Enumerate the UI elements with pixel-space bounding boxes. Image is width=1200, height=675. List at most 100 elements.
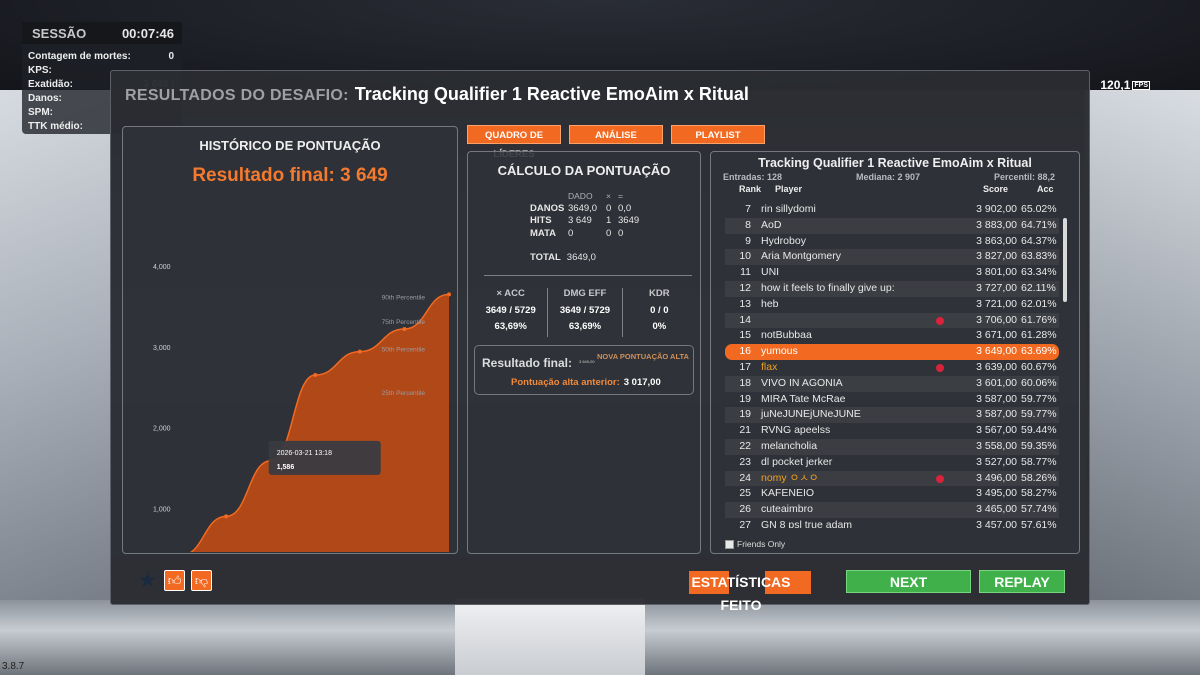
row-player: VIVO IN AGONIA [761, 376, 843, 389]
friends-only-label: Friends Only [737, 539, 786, 549]
score-point [447, 292, 451, 297]
title-prefix: RESULTADOS DO DESAFIO: [125, 87, 349, 104]
leaderboard-row[interactable]: 25 KAFENEIO 3 495,00 58.27% [725, 486, 1059, 502]
calc-dado: 0 [568, 227, 574, 239]
row-player: juNeJUNEjUNeJUNE [761, 408, 861, 421]
row-rank: 23 [739, 455, 751, 468]
row-score: 3 671,00 [976, 329, 1017, 342]
row-rank: 11 [740, 266, 751, 279]
leaderboard-row[interactable]: 8 AoD 3 883,00 64.71% [725, 217, 1059, 234]
hud-label: KPS: [28, 65, 52, 76]
row-player: how it feels to finally give up: [761, 281, 895, 294]
flag-icon [936, 474, 944, 483]
final-score: Resultado final: 3 649 [192, 165, 388, 186]
row-player: GN 8 psl true adam [761, 518, 853, 528]
done-button[interactable]: FEITO [721, 597, 762, 613]
row-score: 3 883,00 [976, 218, 1017, 231]
leaderboard-row[interactable]: 27 GN 8 psl true adam 3 457,00 57.61% [725, 518, 1059, 528]
replay-button[interactable]: REPLAY [979, 570, 1065, 593]
friends-only-checkbox[interactable] [725, 539, 734, 549]
leaderboard-row[interactable]: 21 RVNG apeelss 3 567,00 59.44% [725, 423, 1059, 439]
session-time: 00:07:46 [121, 26, 174, 41]
row-acc: 58.77% [1021, 455, 1057, 468]
tooltip-value: 1,586 [277, 464, 295, 471]
row-rank: 10 [739, 250, 751, 263]
leaderboard-row[interactable]: 12 how it feels to finally give up: 3 72… [725, 280, 1059, 297]
score-calculation-box: CÁLCULO DA PONTUAÇÃO DADO × = DANOS 3649… [467, 151, 701, 554]
leaderboard-row[interactable]: 15 notBubbaa 3 671,00 61.28% [725, 328, 1059, 344]
row-acc: 59.77% [1021, 392, 1057, 405]
flag-icon [936, 363, 944, 372]
total-label: TOTAL [530, 252, 561, 263]
row-acc: 59.44% [1021, 424, 1057, 437]
leaderboard-row[interactable]: 24 nomy ㅇㅅㅇ 3 496,00 58.26% [725, 470, 1059, 487]
score-point [224, 514, 229, 519]
calc-row: DANOS 3649,0 0 0,0 [530, 203, 648, 216]
leaderboard-row[interactable]: 11 UNI 3 801,00 63.34% [725, 265, 1059, 281]
row-acc: 62.01% [1021, 297, 1057, 310]
stats-button[interactable]: ESTATÍSTICAS [691, 574, 790, 590]
calc-heading: CÁLCULO DA PONTUAÇÃO [497, 163, 671, 178]
leaderboard-row[interactable]: 22 melancholia 3 558,00 59.35% [725, 438, 1059, 455]
score-point [313, 373, 318, 378]
friends-only-toggle[interactable]: Friends Only [725, 539, 785, 549]
thumbs-up-icon[interactable]: 👍︎ [164, 570, 185, 591]
row-rank: 16 [739, 345, 751, 358]
calc-dado: 3 649 [568, 215, 592, 226]
leaderboard-scrollbar[interactable] [1063, 218, 1067, 302]
tab-leaderboard[interactable]: QUADRO DE LÍDERES [467, 125, 561, 160]
stat-percent: 0% [652, 321, 667, 332]
calc-name: HITS [530, 215, 552, 226]
star-icon[interactable]: ★ [137, 569, 158, 592]
leaderboard-row[interactable]: 7 rin sillydomi 3 902,00 65.02% [725, 202, 1059, 218]
leaderboard-box: Tracking Qualifier 1 Reactive EmoAim x R… [710, 151, 1080, 554]
leaderboard-row[interactable]: 17 flax 3 639,00 60.67% [725, 360, 1059, 376]
y-tick-label: 3,000 [153, 345, 171, 352]
leaderboard-row[interactable]: 10 Aria Montgomery 3 827,00 63.83% [725, 249, 1059, 266]
row-player: notBubbaa [761, 329, 812, 342]
stat-heading: KDR [649, 288, 670, 299]
leaderboard-columns: Rank Player Score Acc [711, 184, 1079, 196]
score-area [191, 294, 449, 552]
row-rank: 22 [739, 439, 751, 452]
challenge-name: Tracking Qualifier 1 Reactive EmoAim x R… [354, 84, 749, 104]
row-acc: 60.67% [1021, 360, 1057, 373]
row-score: 3 721,00 [976, 297, 1017, 310]
leaderboard-meta: Entradas: 128 Mediana: 2 907 Percentil: … [723, 172, 1055, 182]
fps-counter: 120,1 FPS [1100, 78, 1150, 92]
stat-ratio: 3649 / 5729 [559, 305, 611, 316]
tab-playlist[interactable]: PLAYLIST [671, 125, 765, 144]
row-score: 3 639,00 [976, 360, 1017, 373]
row-acc: 62.11% [1021, 281, 1056, 294]
row-rank: 21 [739, 424, 751, 437]
leaderboard-row[interactable]: 19 juNeJUNEjUNeJUNE 3 587,00 59.77% [725, 407, 1059, 424]
row-acc: 61.76% [1021, 313, 1057, 326]
next-button[interactable]: NEXT [846, 570, 971, 593]
panel-title: RESULTADOS DO DESAFIO: Tracking Qualifie… [125, 84, 749, 105]
leaderboard-row[interactable]: 26 cuteaimbro 3 465,00 57.74% [725, 502, 1059, 518]
thumbs-down-icon[interactable]: 👎︎ [191, 570, 212, 591]
row-score: 3 495,00 [976, 487, 1017, 500]
session-header: SESSÃO 00:07:46 [22, 22, 182, 44]
leaderboard-row[interactable]: 23 dl pocket jerker 3 527,00 58.77% [725, 455, 1059, 471]
stat-column: KDR 0 / 0 0% [621, 288, 696, 337]
leaderboard-row[interactable]: 14 3 706,00 61.76% [725, 312, 1059, 329]
hud-label: SPM: [28, 107, 53, 118]
leaderboard-row[interactable]: 18 VIVO IN AGONIA 3 601,00 60.06% [725, 375, 1059, 392]
score-point [402, 326, 407, 331]
median-score: Mediana: 2 907 [855, 172, 921, 182]
leaderboard-list[interactable]: 7 rin sillydomi 3 902,00 65.02% 8 AoD 3 8… [725, 202, 1059, 528]
score-point [357, 349, 362, 354]
hud-value: 0 [168, 51, 174, 62]
row-rank: 26 [739, 503, 751, 516]
calc-header-equals: = [618, 191, 623, 201]
leaderboard-row-current-player[interactable]: 16 yumous 3 649,00 63.69% [725, 344, 1059, 360]
row-player: heb [761, 297, 779, 310]
row-score: 3 527,00 [976, 455, 1017, 468]
leaderboard-row[interactable]: 13 heb 3 721,00 62.01% [725, 297, 1059, 313]
tab-analysis[interactable]: ANÁLISE [569, 125, 663, 144]
previous-high-score: Pontuação alta anterior: 3 017,00 [511, 377, 661, 388]
leaderboard-row[interactable]: 9 Hydroboy 3 863,00 64.37% [725, 234, 1059, 250]
row-rank: 18 [739, 376, 751, 389]
leaderboard-row[interactable]: 19 MIRA Tate McRae 3 587,00 59.77% [725, 392, 1059, 408]
